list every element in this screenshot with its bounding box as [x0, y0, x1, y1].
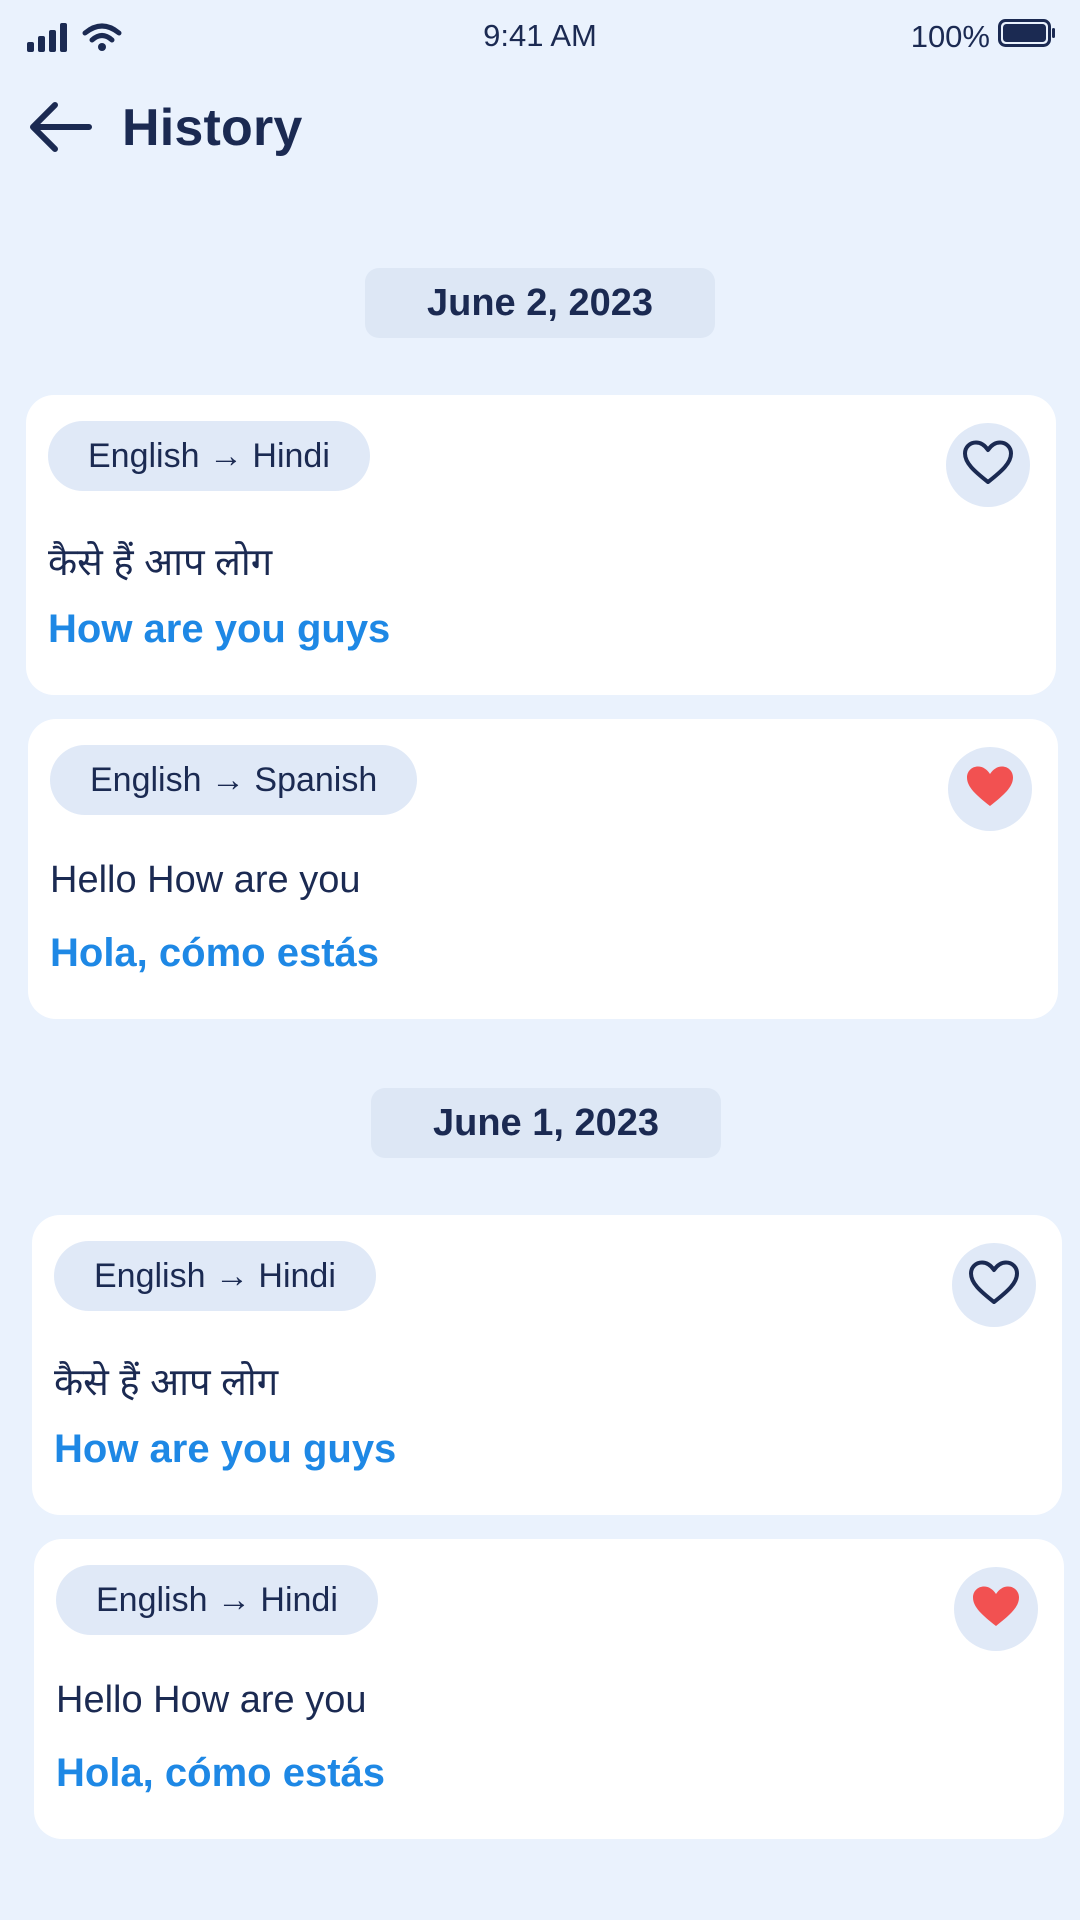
back-arrow-icon	[27, 101, 93, 158]
language-pair-pill: English → Spanish	[50, 745, 418, 815]
history-card[interactable]: English → Hindi कैसे हैं आप लोग How are …	[26, 395, 1056, 695]
translated-text: Hola, cómo estás	[56, 1751, 386, 1795]
history-card[interactable]: English → Spanish Hello How are you Hola…	[28, 719, 1058, 1019]
source-text: कैसे हैं आप लोग	[54, 1362, 279, 1404]
source-text: कैसे हैं आप लोग	[48, 542, 273, 584]
language-pair-pill: English → Hindi	[54, 1241, 376, 1311]
heart-filled-icon	[964, 764, 1016, 815]
favorite-button[interactable]	[954, 1567, 1038, 1651]
status-bar: 9:41 AM 100%	[0, 0, 1080, 78]
favorite-button[interactable]	[952, 1243, 1036, 1327]
heart-filled-icon	[970, 1584, 1022, 1635]
source-text: Hello How are you	[56, 1679, 367, 1721]
history-card[interactable]: English → Hindi Hello How are you Hola, …	[34, 1539, 1064, 1839]
language-pair-pill: English → Hindi	[56, 1565, 378, 1635]
battery-icon	[998, 18, 1056, 56]
app-header: History	[0, 92, 1080, 168]
back-button[interactable]	[26, 100, 94, 158]
date-header: June 2, 2023	[365, 268, 715, 338]
language-pair-pill: English → Hindi	[48, 421, 370, 491]
favorite-button[interactable]	[946, 423, 1030, 507]
battery-percent: 100%	[910, 19, 990, 54]
source-text: Hello How are you	[50, 859, 361, 901]
translated-text: Hola, cómo estás	[50, 931, 380, 975]
page-title: History	[122, 99, 303, 157]
status-right: 100%	[911, 18, 1056, 56]
translated-text: How are you guys	[48, 607, 391, 651]
date-header: June 1, 2023	[371, 1088, 721, 1158]
heart-outline-icon	[962, 440, 1014, 491]
favorite-button[interactable]	[948, 747, 1032, 831]
history-card[interactable]: English → Hindi कैसे हैं आप लोग How are …	[32, 1215, 1062, 1515]
translated-text: How are you guys	[54, 1427, 397, 1471]
heart-outline-icon	[968, 1260, 1020, 1311]
